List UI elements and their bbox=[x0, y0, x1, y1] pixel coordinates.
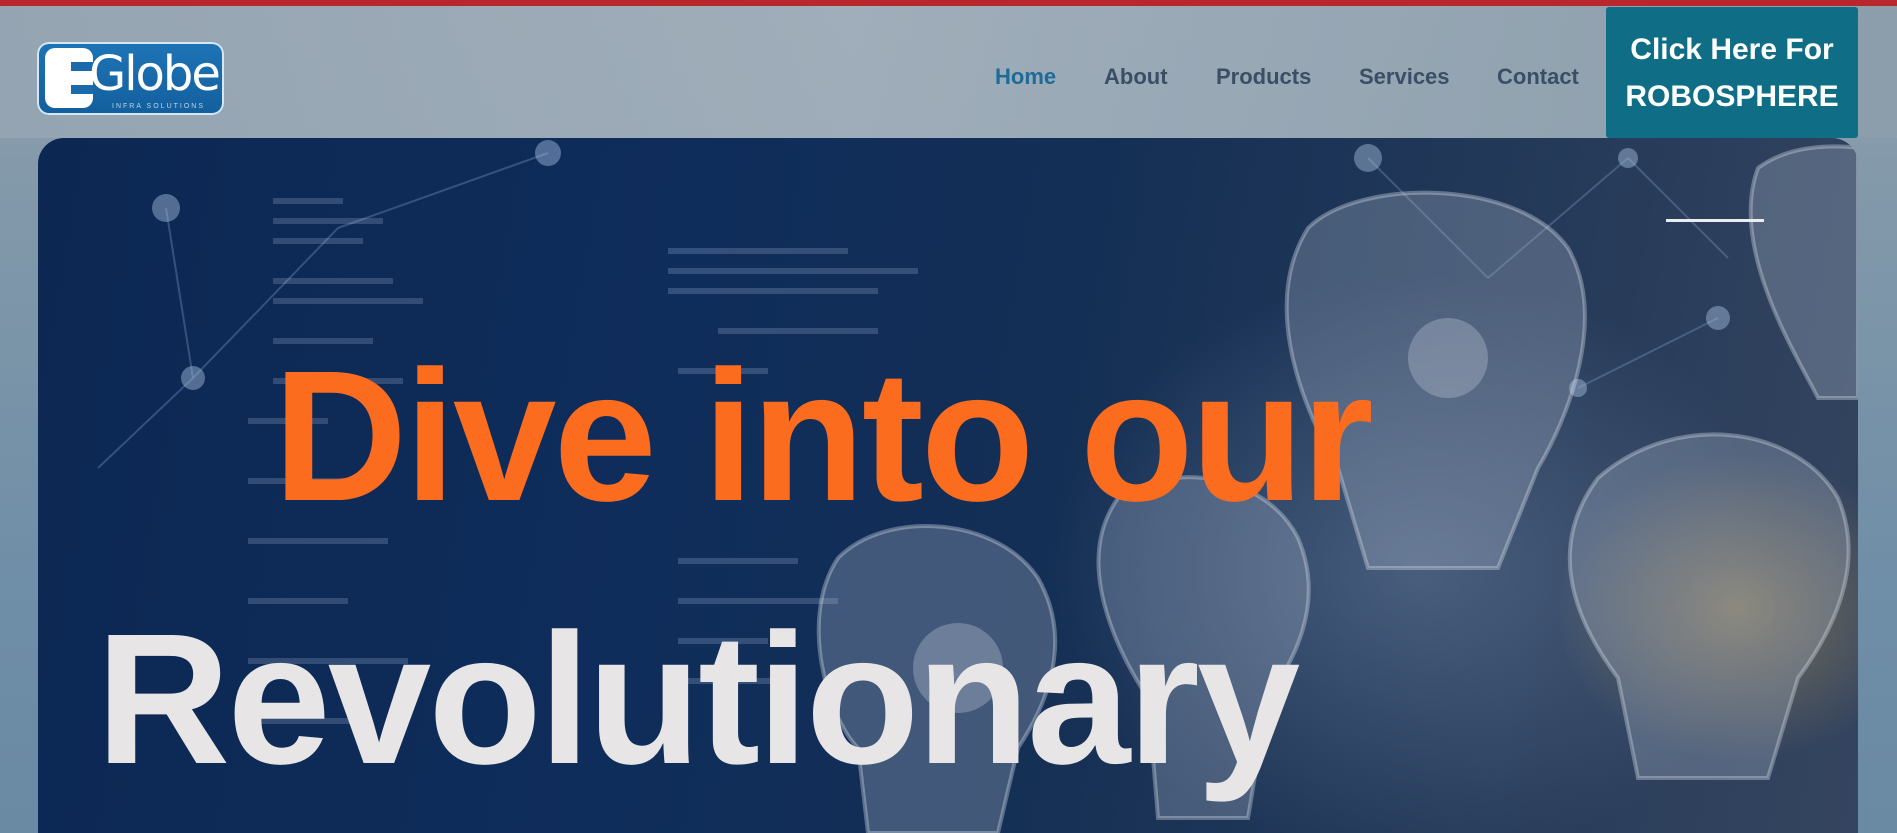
nav-services[interactable]: Services bbox=[1359, 62, 1450, 92]
hero-accent-line bbox=[1666, 219, 1764, 222]
nav-contact[interactable]: Contact bbox=[1497, 62, 1579, 92]
robosphere-cta-button[interactable]: Click Here For ROBOSPHERE bbox=[1606, 7, 1858, 138]
cta-label: Click Here For ROBOSPHERE bbox=[1625, 32, 1839, 113]
nav-products[interactable]: Products bbox=[1216, 62, 1311, 92]
logo-text: Globe bbox=[89, 46, 221, 102]
nav-about[interactable]: About bbox=[1104, 62, 1168, 92]
logo-subtext: INFRA SOLUTIONS bbox=[112, 103, 206, 110]
globe-logo[interactable]: Globe INFRA SOLUTIONS bbox=[37, 42, 224, 115]
logo-e-mark bbox=[45, 48, 93, 108]
hero-headline-line2: Revolutionary bbox=[96, 596, 1300, 803]
hero-headline-line1: Dive into our bbox=[273, 333, 1374, 540]
nav-home[interactable]: Home bbox=[995, 62, 1056, 92]
